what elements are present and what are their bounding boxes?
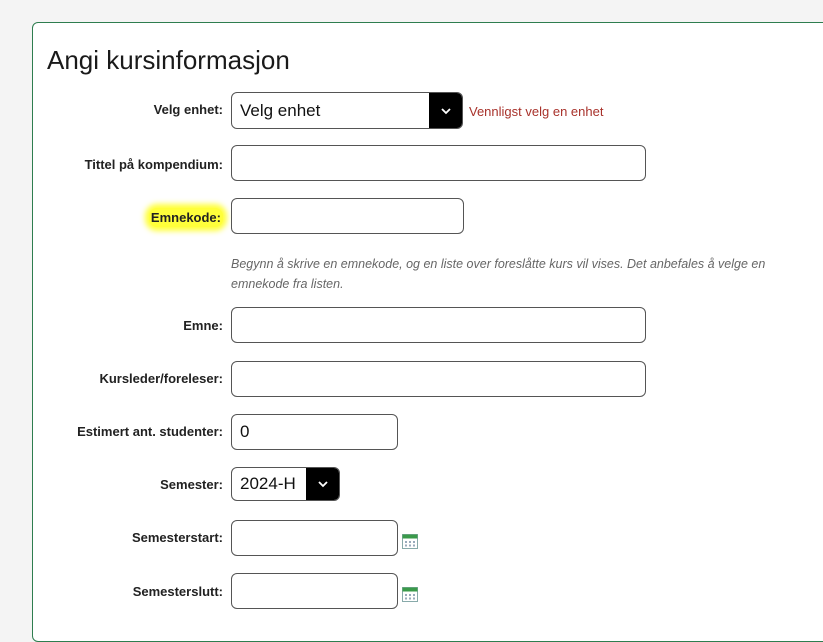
- chevron-down-icon: [429, 93, 462, 128]
- compendium-title-input[interactable]: [231, 145, 646, 181]
- unit-label: Velg enhet:: [153, 102, 223, 117]
- semester-start-input[interactable]: [231, 520, 398, 556]
- semester-label: Semester:: [160, 477, 223, 492]
- chevron-down-icon: [306, 468, 339, 500]
- semester-start-label: Semesterstart:: [131, 530, 223, 545]
- unit-select[interactable]: Velg enhet: [231, 92, 463, 129]
- unit-error: Vennligst velg en enhet: [469, 104, 604, 119]
- calendar-icon[interactable]: [402, 586, 418, 602]
- semester-select-value: 2024-H: [240, 474, 296, 493]
- lecturer-input[interactable]: [231, 361, 646, 397]
- lecturer-label: Kursleder/foreleser:: [99, 371, 223, 386]
- course-code-hint: Begynn å skrive en emnekode, og en liste…: [231, 257, 766, 291]
- semester-end-input[interactable]: [231, 573, 398, 609]
- course-code-label: Emnekode:: [148, 208, 223, 227]
- unit-select-value: Velg enhet: [240, 100, 321, 120]
- semester-end-label: Semesterslutt:: [132, 584, 223, 599]
- course-code-input[interactable]: [231, 198, 464, 234]
- calendar-icon[interactable]: [402, 533, 418, 549]
- compendium-title-label: Tittel på kompendium:: [84, 157, 223, 172]
- subject-input[interactable]: [231, 307, 646, 343]
- subject-label: Emne:: [183, 318, 223, 333]
- page-title: Angi kursinformasjon: [47, 45, 290, 75]
- students-label: Estimert ant. studenter:: [77, 424, 223, 439]
- students-input[interactable]: [231, 414, 398, 450]
- semester-select[interactable]: 2024-H: [231, 467, 340, 501]
